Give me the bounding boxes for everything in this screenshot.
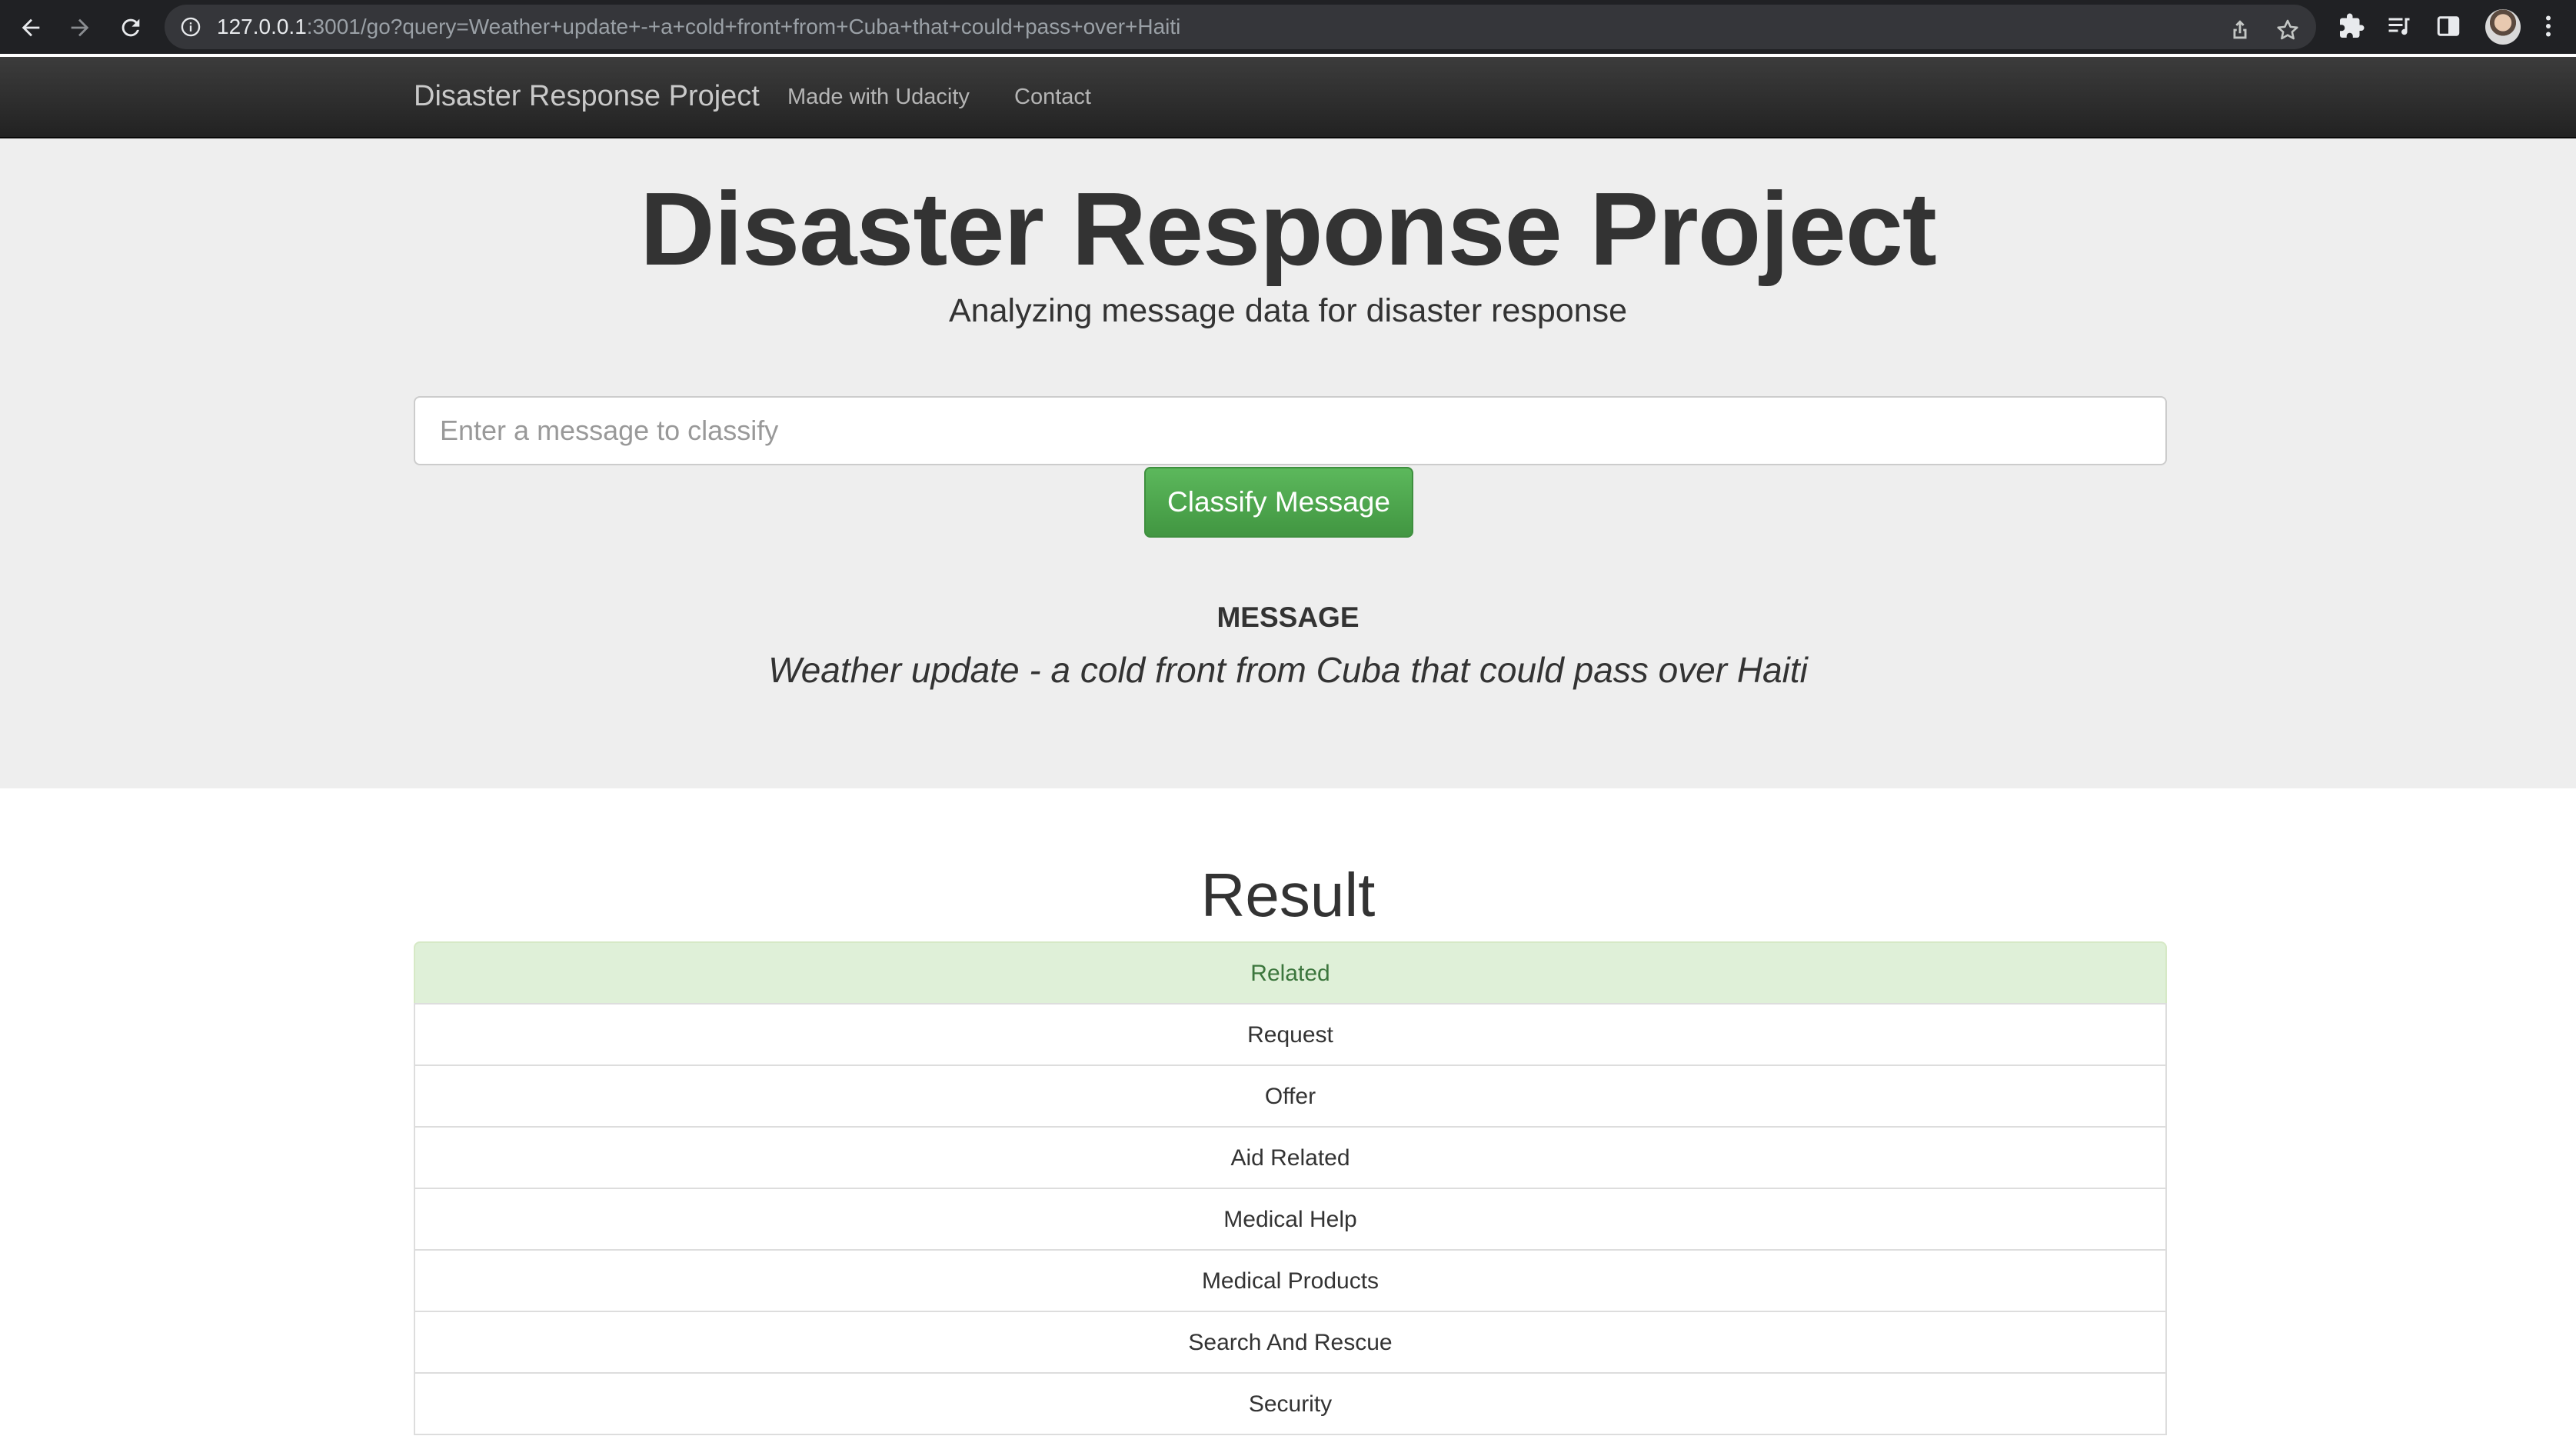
result-list: Related Request Offer Aid Related Medica… <box>414 941 2167 1435</box>
jumbotron: Disaster Response Project Analyzing mess… <box>0 138 2576 788</box>
media-icon[interactable] <box>2385 12 2413 40</box>
classify-message-button[interactable]: Classify Message <box>1144 467 1413 538</box>
info-icon[interactable] <box>180 16 201 38</box>
profile-avatar[interactable] <box>2485 9 2521 45</box>
back-icon[interactable] <box>14 11 48 45</box>
forward-icon[interactable] <box>63 11 97 45</box>
page-subtitle: Analyzing message data for disaster resp… <box>949 292 1627 329</box>
result-title: Result <box>1200 861 1376 929</box>
navbar-brand[interactable]: Disaster Response Project <box>414 80 760 113</box>
share-icon[interactable] <box>2227 17 2253 43</box>
result-item: Offer <box>414 1065 2167 1128</box>
browser-toolbar: 127.0.0.1:3001/go?query=Weather+update+-… <box>0 0 2576 54</box>
result-item: Search And Rescue <box>414 1311 2167 1374</box>
result-item: Medical Products <box>414 1249 2167 1312</box>
url-text: 127.0.0.1:3001/go?query=Weather+update+-… <box>217 15 1181 38</box>
puzzle-icon[interactable] <box>2338 12 2365 40</box>
result-item: Aid Related <box>414 1126 2167 1189</box>
result-item: Related <box>414 941 2167 1005</box>
nav-link-contact[interactable]: Contact <box>1014 85 1091 110</box>
nav-link-udacity[interactable]: Made with Udacity <box>787 85 970 110</box>
result-item: Request <box>414 1003 2167 1066</box>
site-navbar: Disaster Response Project Made with Udac… <box>0 57 2576 138</box>
message-input[interactable] <box>414 396 2167 465</box>
message-text: Weather update - a cold front from Cuba … <box>768 650 1808 690</box>
side-panel-icon[interactable] <box>2435 12 2462 40</box>
reload-icon[interactable] <box>114 11 148 45</box>
result-item: Medical Help <box>414 1188 2167 1251</box>
result-item: Security <box>414 1372 2167 1435</box>
page-title: Disaster Response Project <box>640 171 1937 287</box>
star-icon[interactable] <box>2275 17 2301 43</box>
message-heading: MESSAGE <box>1216 601 1360 633</box>
address-bar[interactable]: 127.0.0.1:3001/go?query=Weather+update+-… <box>165 5 2316 49</box>
more-icon[interactable] <box>2534 12 2562 40</box>
